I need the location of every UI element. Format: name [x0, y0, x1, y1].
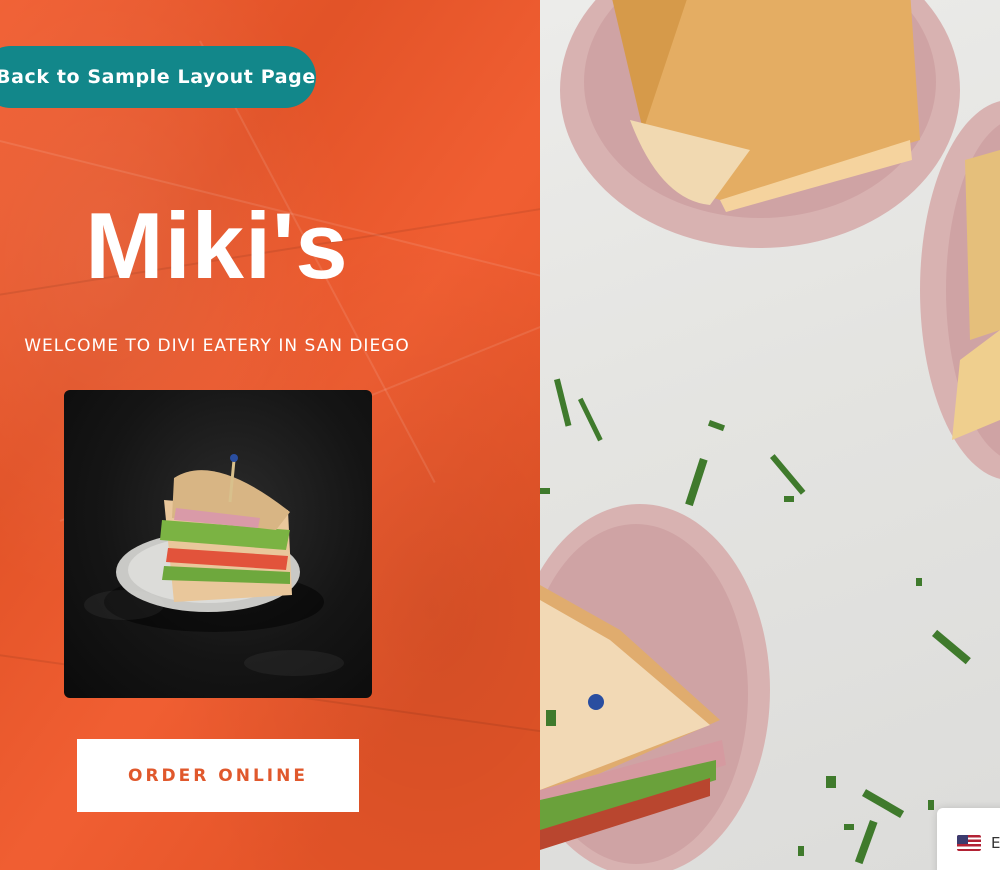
brand-title: Miki's: [85, 193, 349, 298]
food-background-photo: [540, 0, 1000, 870]
sandwich-photo: [64, 390, 372, 698]
back-to-layout-label: Back to Sample Layout Page: [0, 66, 316, 88]
hero-panel: Back to Sample Layout Page Miki's WELCOM…: [0, 0, 540, 870]
order-online-button[interactable]: ORDER ONLINE: [77, 739, 359, 812]
us-flag-icon: [957, 835, 981, 851]
language-selector[interactable]: E: [937, 808, 1000, 870]
language-code: E: [991, 834, 1000, 852]
order-online-label: ORDER ONLINE: [128, 765, 308, 786]
food-plates-image: [540, 0, 1000, 870]
sandwich-image: [104, 454, 324, 632]
tagline: WELCOME TO DIVI EATERY IN SAN DIEGO: [24, 336, 410, 356]
back-to-layout-button[interactable]: Back to Sample Layout Page: [0, 46, 316, 108]
